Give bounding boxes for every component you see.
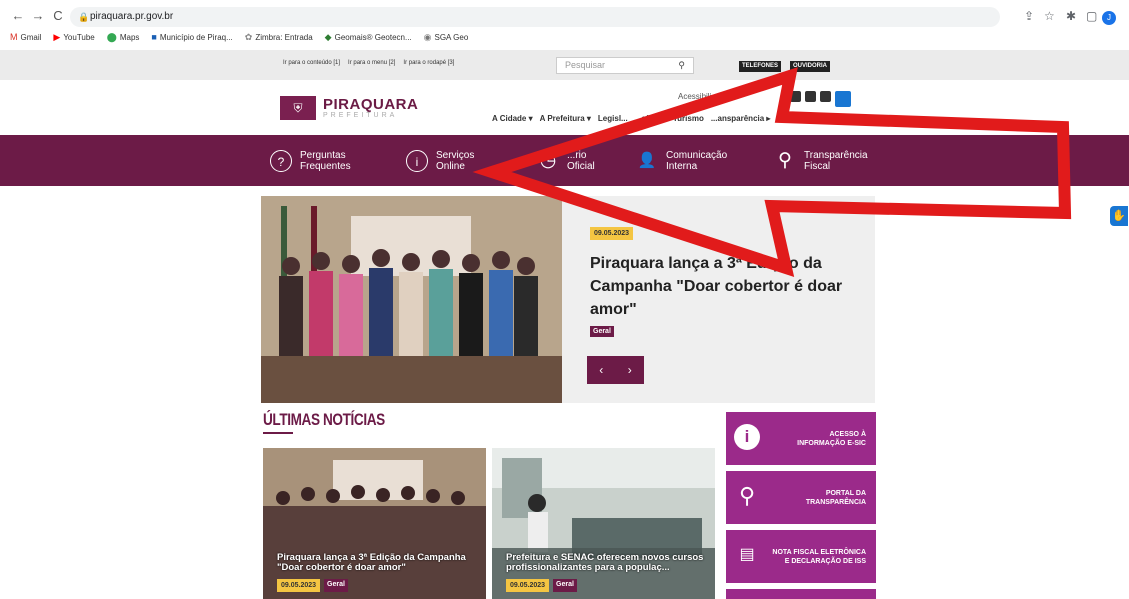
- accessibility-link[interactable]: Acessibili...: [678, 92, 718, 101]
- carousel-prev-icon[interactable]: ‹: [599, 363, 603, 377]
- group-photo-illustration: [261, 196, 562, 403]
- news-card[interactable]: Piraquara lança a 3ª Edição da Campanha …: [263, 448, 486, 599]
- youtube-icon: ▶: [53, 31, 61, 42]
- news-photo-1: [263, 448, 486, 599]
- news-card[interactable]: Prefeitura e SENAC oferecem novos cursos…: [492, 448, 715, 599]
- bookmark-zimbra[interactable]: ✿ Zimbra: Entrada: [245, 32, 313, 43]
- back-icon[interactable]: ←: [10, 8, 26, 23]
- hero-category-badge[interactable]: Geral: [590, 326, 614, 337]
- nav-a-prefeitura[interactable]: A Prefeitura ▾: [540, 114, 591, 123]
- carousel-controls: ‹ ›: [587, 356, 644, 384]
- hero-title[interactable]: Piraquara lança a 3ª Edição da Campanha …: [590, 252, 860, 321]
- hero-date-badge: 09.05.2023: [590, 227, 634, 240]
- telefones-button[interactable]: TELEFONES: [739, 61, 782, 72]
- lock-icon: 🔒: [78, 12, 90, 22]
- portal-transparencia-button[interactable]: ⚲ PORTAL DA TRANSPARÊNCIA: [726, 471, 876, 524]
- accessibility-tools: [790, 91, 851, 107]
- bookmark-geomais[interactable]: ◆ Geomais® Geotecn...: [325, 32, 412, 43]
- url-text: piraquara.pr.gov.br: [90, 11, 174, 22]
- browser-chrome: ← → C 🔒 piraquara.pr.gov.br ⇪ ☆ ✱ ▢ J MG…: [0, 0, 1129, 46]
- news-date-badge: 09.05.2023: [506, 579, 550, 592]
- address-row: ← → C 🔒 piraquara.pr.gov.br ⇪ ☆ ✱ ▢ J: [0, 6, 1129, 28]
- gmail-icon: M: [10, 32, 18, 42]
- nav-legislacao[interactable]: Legisl...: [598, 114, 628, 123]
- main-nav: A Cidade ▾ A Prefeitura ▾ Legisl... ...ç…: [492, 114, 770, 123]
- skip-links: Ir para o conteúdo [1] Ir para o menu [2…: [283, 60, 454, 66]
- logo-subtitle: PREFEITURA: [323, 112, 398, 119]
- quicklink-perguntas[interactable]: ? Perguntas Frequentes: [270, 150, 351, 172]
- esic-button[interactable]: i ACESSO À INFORMAÇÃO E-SIC: [726, 412, 876, 465]
- bookmark-sga-geo[interactable]: ◉ SGA Geo: [424, 32, 469, 43]
- skip-menu-link[interactable]: Ir para o menu [2]: [348, 60, 395, 66]
- bookmark-youtube[interactable]: ▶ YouTube: [53, 32, 94, 43]
- vlibras-icon[interactable]: [835, 91, 851, 107]
- quicklink-comunicacao[interactable]: 👤 Comunicação Interna: [636, 150, 728, 172]
- carousel-next-icon[interactable]: ›: [628, 363, 632, 377]
- news-card-title[interactable]: Prefeitura e SENAC oferecem novos cursos…: [506, 553, 706, 573]
- contrast-icon[interactable]: [790, 91, 801, 102]
- info-circle-icon: i: [406, 150, 428, 172]
- geomais-icon: ◆: [324, 31, 332, 42]
- news-category-badge[interactable]: Geral: [324, 579, 348, 592]
- question-circle-icon: ?: [270, 150, 292, 172]
- extensions-icon[interactable]: ✱: [1066, 9, 1076, 23]
- quicklink-diario-oficial[interactable]: ◷ ...rio Oficial: [537, 150, 595, 172]
- search-icon[interactable]: ⚲: [678, 58, 685, 73]
- skip-content-link[interactable]: Ir para o conteúdo [1]: [283, 60, 340, 66]
- news-date-badge: 09.05.2023: [277, 579, 321, 592]
- sidebar-next-button[interactable]: [726, 589, 876, 599]
- invoice-icon: ▤: [739, 546, 755, 563]
- sga-icon: ◉: [423, 31, 432, 42]
- news-section-title: ÚLTIMAS NOTÍCIAS: [263, 410, 385, 429]
- search-input[interactable]: Pesquisar ⚲: [556, 57, 694, 74]
- quicklink-transparencia-fiscal[interactable]: ⚲ Transparência Fiscal: [774, 150, 868, 172]
- nota-fiscal-button[interactable]: ▤ NOTA FISCAL ELETRÔNICA E DECLARAÇÃO DE …: [726, 530, 876, 583]
- news-card-title[interactable]: Piraquara lança a 3ª Edição da Campanha …: [277, 553, 477, 573]
- nav-publicacoes[interactable]: ...ções ▾: [635, 114, 666, 123]
- quicklink-servicos[interactable]: i Serviços Online: [406, 150, 474, 172]
- profile-avatar[interactable]: J: [1102, 11, 1116, 25]
- site-header: [0, 80, 1129, 134]
- bookmarks-bar: M Gmail ▶ YouTube ⬤ Maps ■ Município de Pira…: [10, 30, 468, 44]
- vlibras-float-icon[interactable]: ✋: [1110, 206, 1128, 226]
- bookmark-municipio[interactable]: ■ Município de Piraq...: [151, 32, 232, 42]
- reload-icon[interactable]: C: [50, 8, 66, 23]
- share-icon[interactable]: ⇪: [1024, 9, 1034, 23]
- section-underline: [263, 432, 293, 434]
- hero-photo[interactable]: [261, 196, 562, 403]
- clock-icon: ◷: [539, 150, 557, 171]
- star-icon[interactable]: ☆: [1044, 9, 1055, 23]
- logo-name[interactable]: PIRAQUARA: [323, 96, 418, 113]
- nav-turismo[interactable]: Turismo: [673, 114, 704, 123]
- logo-crest-icon[interactable]: ⛨: [280, 96, 316, 120]
- zimbra-icon: ✿: [244, 31, 253, 42]
- municipio-icon: ■: [151, 32, 157, 42]
- nav-a-cidade[interactable]: A Cidade ▾: [492, 114, 533, 123]
- bookmark-gmail[interactable]: M Gmail: [10, 32, 41, 42]
- magnifier-icon: ⚲: [738, 483, 756, 508]
- font-increase-icon[interactable]: [805, 91, 816, 102]
- search-icon: ⚲: [778, 150, 792, 171]
- user-add-icon: 👤: [637, 152, 657, 169]
- news-category-badge[interactable]: Geral: [553, 579, 577, 592]
- news-photo-2: [492, 448, 715, 599]
- nav-transparencia[interactable]: ...ansparência ▸: [711, 114, 771, 123]
- forward-icon[interactable]: →: [30, 8, 46, 23]
- ouvidoria-button[interactable]: OUVIDORIA: [790, 61, 831, 72]
- bookmark-maps[interactable]: ⬤ Maps: [107, 32, 140, 43]
- sidepanel-icon[interactable]: ▢: [1086, 9, 1097, 23]
- skip-footer-link[interactable]: Ir para o rodapé [3]: [403, 60, 454, 66]
- maps-icon: ⬤: [106, 31, 117, 42]
- address-bar[interactable]: 🔒 piraquara.pr.gov.br: [70, 7, 1000, 27]
- font-decrease-icon[interactable]: [820, 91, 831, 102]
- info-icon: i: [734, 424, 760, 450]
